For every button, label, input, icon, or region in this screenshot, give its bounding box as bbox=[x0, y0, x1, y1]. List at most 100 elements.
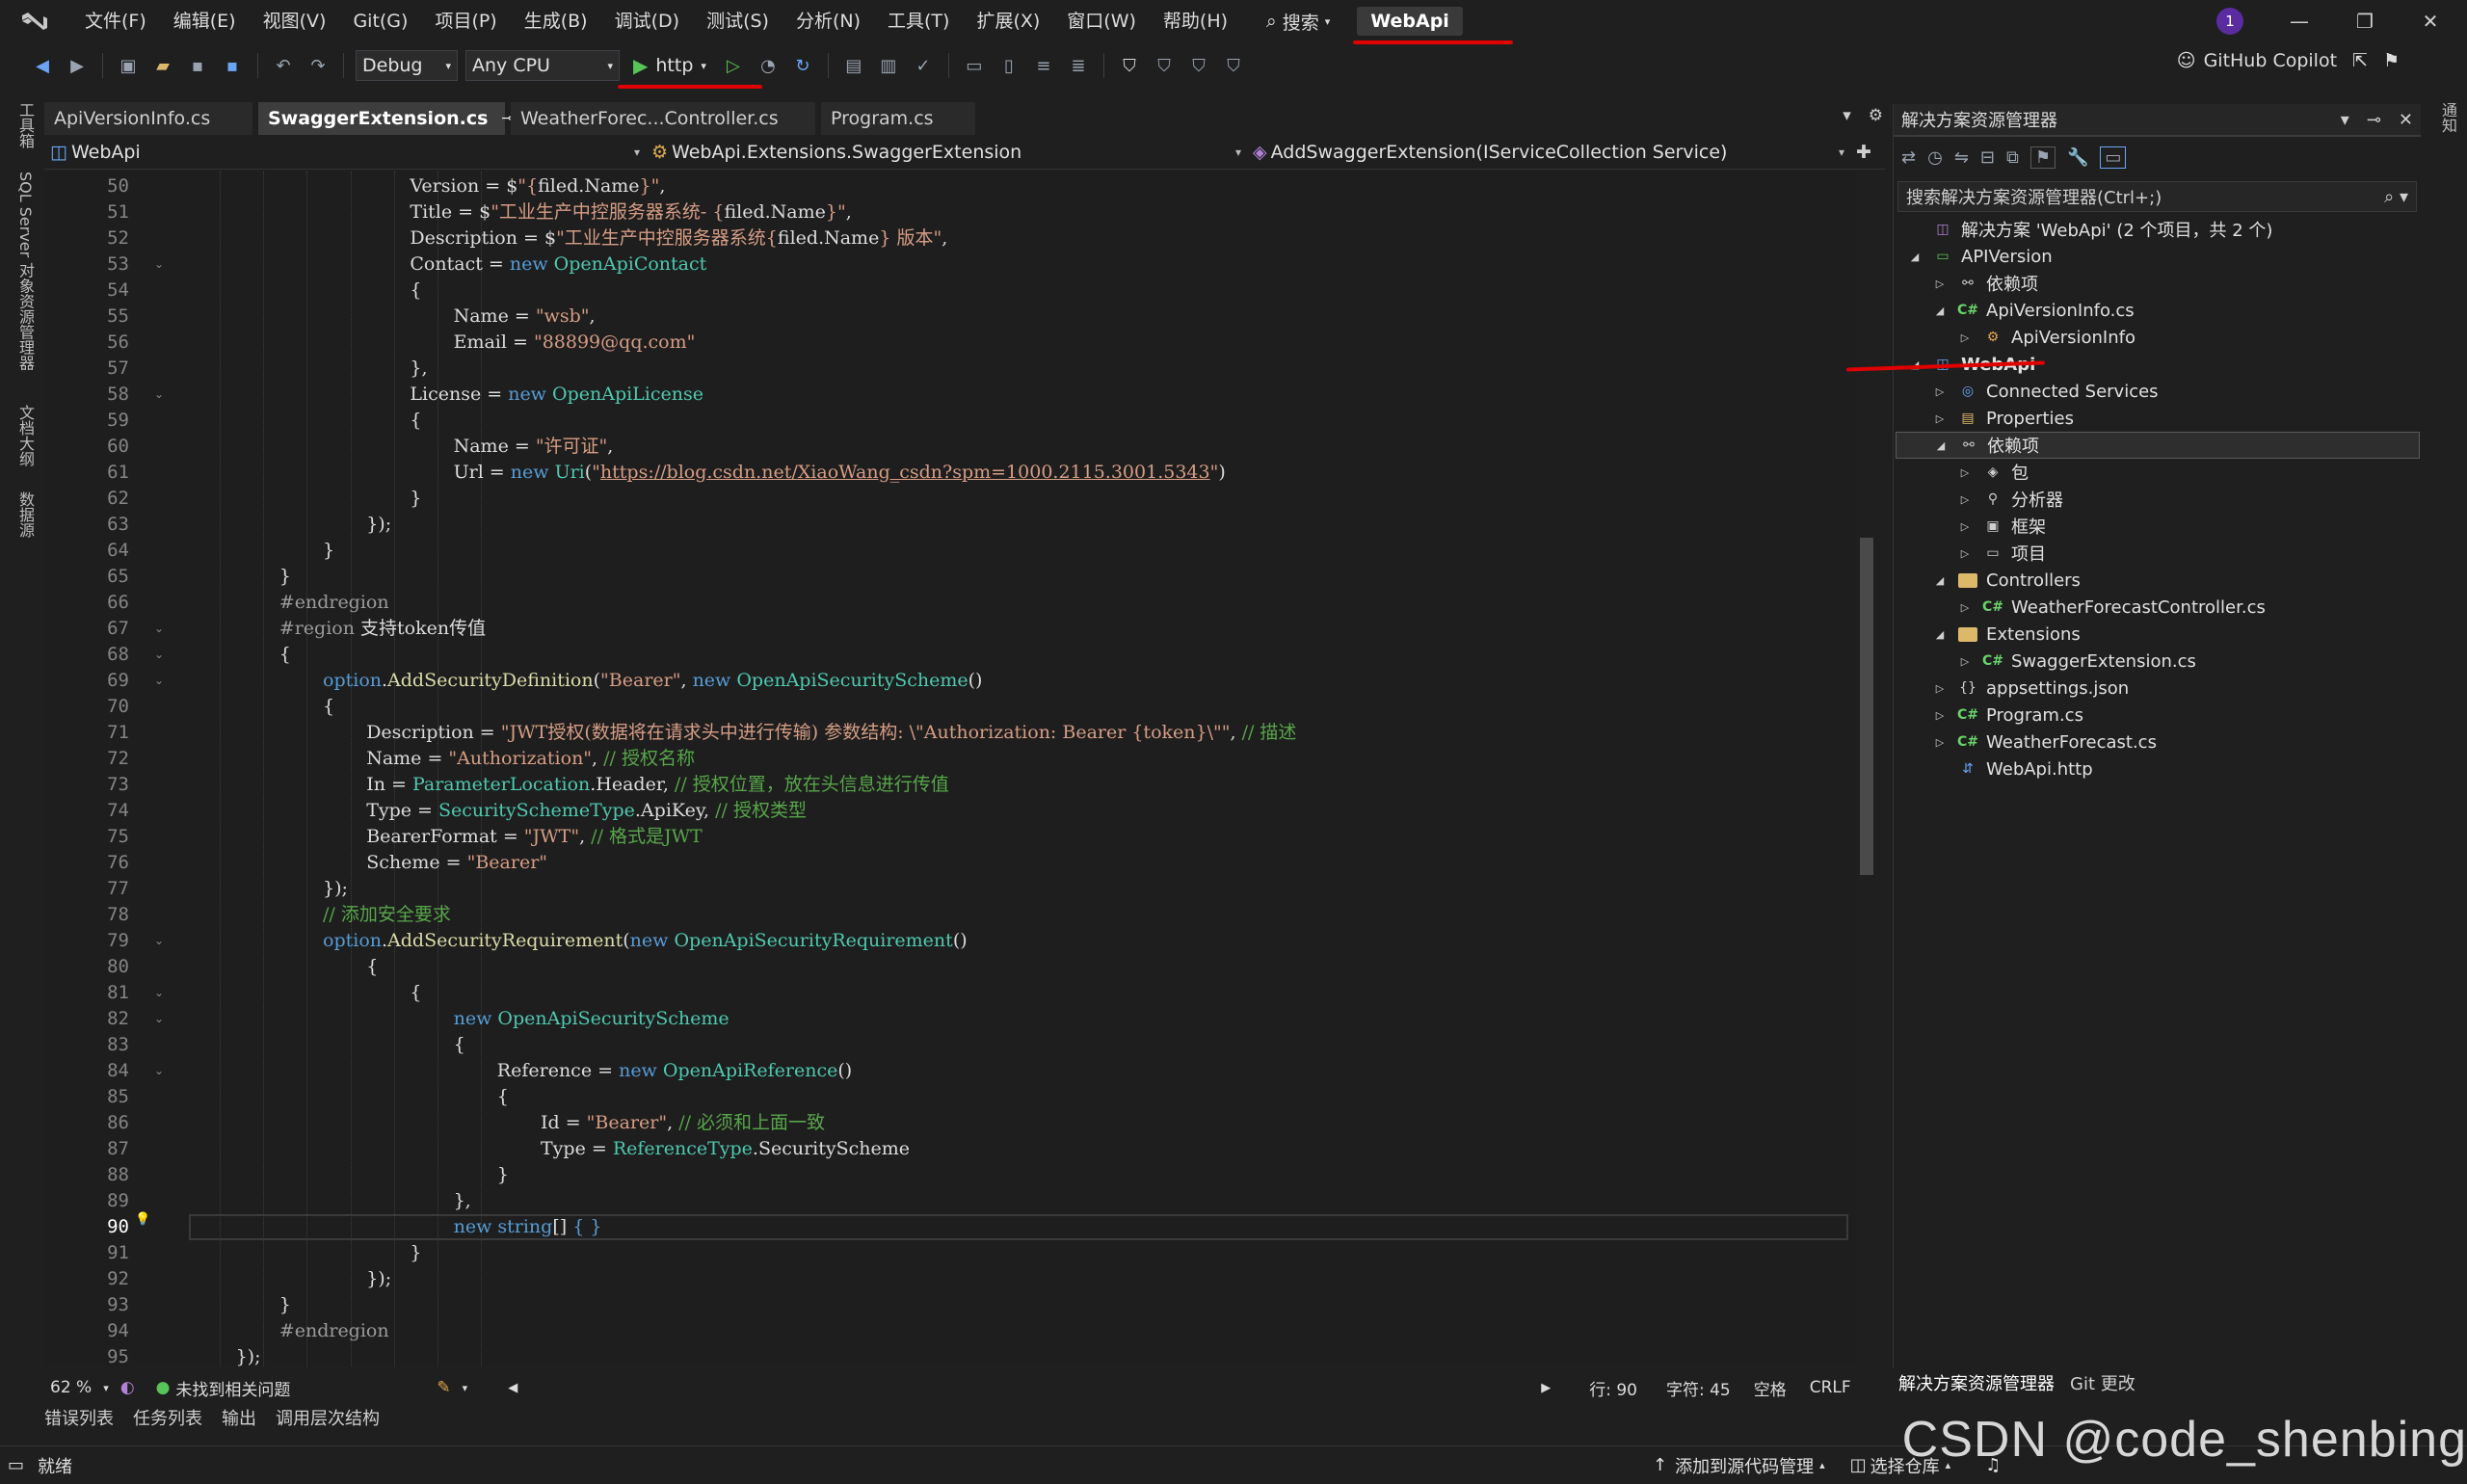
tree-item[interactable]: ▷ C# SwaggerExtension.cs bbox=[1957, 648, 2196, 675]
brush-icon[interactable]: ✎ bbox=[437, 1378, 450, 1397]
redo-icon[interactable]: ↷ bbox=[305, 52, 332, 79]
preview-icon[interactable]: ▭ bbox=[2100, 146, 2127, 169]
menu-item-8[interactable]: 分析(N) bbox=[783, 0, 874, 42]
close-icon[interactable]: ✕ bbox=[2399, 110, 2413, 130]
collapsed-arrow-icon[interactable]: ▷ bbox=[1957, 520, 1973, 533]
menu-item-3[interactable]: Git(G) bbox=[339, 0, 421, 42]
tree-item[interactable]: ◢ Controllers bbox=[1932, 567, 2081, 594]
tree-item[interactable]: ▷ {} appsettings.json bbox=[1932, 675, 2129, 702]
collapsed-arrow-icon[interactable]: ▷ bbox=[1957, 331, 1973, 344]
github-copilot-button[interactable]: ☺ GitHub Copilot ⇱ ⚑ bbox=[2177, 50, 2400, 71]
tab-call-hierarchy[interactable]: 调用层次结构 bbox=[276, 1405, 380, 1434]
next-bookmark-icon[interactable]: ⛉ bbox=[1185, 52, 1212, 79]
code-editor[interactable]: 50 51 52 53 54 55 56 57 58 59 60 61 62 63 64 65 66 67 68 69… bbox=[44, 172, 1856, 1366]
share-icon[interactable]: ⇱ bbox=[2352, 50, 2368, 71]
search-button[interactable]: ⌕ 搜索 ▾ bbox=[1266, 9, 1330, 35]
project-dropdown[interactable]: ◫ WebApi ▾ bbox=[44, 137, 646, 168]
back-icon[interactable]: ◀ bbox=[29, 52, 56, 79]
tree-item[interactable]: ▷ C# WeatherForecastController.cs bbox=[1957, 594, 2266, 621]
fold-toggle-icon[interactable]: ⌄ bbox=[154, 622, 164, 635]
tab-solution-explorer[interactable]: 解决方案资源管理器 bbox=[1898, 1370, 2055, 1395]
tree-item[interactable]: ▷ ◎ Connected Services bbox=[1932, 378, 2159, 405]
collapsed-arrow-icon[interactable]: ▷ bbox=[1932, 412, 1948, 425]
tab-error-list[interactable]: 错误列表 bbox=[44, 1405, 114, 1434]
type-dropdown[interactable]: ⚙ WebApi.Extensions.SwaggerExtension ▾ bbox=[646, 137, 1247, 168]
start-without-debugging-icon[interactable]: ▷ bbox=[720, 52, 747, 79]
platform-select[interactable]: Any CPU ▾ bbox=[465, 50, 620, 81]
tree-item[interactable]: ◢ Extensions bbox=[1932, 621, 2081, 648]
pin-icon[interactable]: ⊸ bbox=[2367, 110, 2381, 130]
scroll-left-icon[interactable]: ◀ bbox=[508, 1381, 517, 1395]
fold-toggle-icon[interactable]: ⌄ bbox=[154, 674, 164, 687]
clipboard-icon[interactable]: ▯ bbox=[995, 52, 1022, 79]
switch-views-icon[interactable]: ⇄ bbox=[1901, 147, 1916, 168]
show-all-files-icon[interactable]: ⧉ bbox=[2006, 147, 2019, 168]
scrollbar-thumb[interactable] bbox=[1860, 538, 1873, 875]
fold-toggle-icon[interactable]: ⌄ bbox=[154, 934, 164, 947]
tree-item[interactable]: ▷ ⚙ ApiVersionInfo bbox=[1957, 324, 2135, 351]
chevron-down-icon[interactable]: ▾ bbox=[103, 1382, 109, 1394]
document-outline-tab[interactable]: 文档大纲 bbox=[13, 405, 37, 466]
history-icon[interactable]: ◷ bbox=[1927, 147, 1943, 168]
menu-item-12[interactable]: 帮助(H) bbox=[1150, 0, 1241, 42]
configuration-select[interactable]: Debug ▾ bbox=[356, 50, 458, 81]
browse-icon[interactable]: ▤ bbox=[840, 52, 867, 79]
sql-server-explorer-tab[interactable]: SQL Server 对象资源管理器 bbox=[13, 172, 37, 370]
menu-item-7[interactable]: 测试(S) bbox=[693, 0, 783, 42]
zoom-level[interactable]: 62 % bbox=[50, 1378, 92, 1397]
prev-bookmark-icon[interactable]: ⛉ bbox=[1151, 52, 1178, 79]
tab-weatherforecastcontroller[interactable]: WeatherForec...Controller.cs bbox=[511, 102, 815, 135]
expanded-arrow-icon[interactable]: ◢ bbox=[1932, 574, 1948, 587]
step-icon[interactable]: ▭ bbox=[961, 52, 988, 79]
tree-item[interactable]: ◢ ⚯ 依赖项 bbox=[1896, 432, 2420, 459]
output-icon[interactable]: ▭ bbox=[8, 1455, 24, 1475]
collapsed-arrow-icon[interactable]: ▷ bbox=[1932, 385, 1948, 398]
menu-item-6[interactable]: 调试(D) bbox=[601, 0, 693, 42]
member-dropdown[interactable]: ◈ AddSwaggerExtension(IServiceCollection… bbox=[1247, 137, 1850, 168]
expanded-arrow-icon[interactable]: ◢ bbox=[1932, 305, 1948, 317]
tree-item[interactable]: ▷ ⚲ 分析器 bbox=[1957, 486, 2063, 513]
sync-icon[interactable]: ⇋ bbox=[1954, 147, 1969, 168]
menu-item-10[interactable]: 扩展(X) bbox=[963, 0, 1053, 42]
fold-toggle-icon[interactable]: ⌄ bbox=[154, 648, 164, 661]
chevron-down-icon[interactable]: ▾ bbox=[463, 1382, 468, 1394]
layout-icon[interactable]: ▥ bbox=[875, 52, 902, 79]
menu-item-2[interactable]: 视图(V) bbox=[250, 0, 340, 42]
split-icon[interactable]: ✚ bbox=[1856, 142, 1871, 163]
hot-reload-icon[interactable]: ◔ bbox=[755, 52, 782, 79]
properties-icon[interactable]: 🔧 bbox=[2067, 147, 2088, 168]
clear-bookmark-icon[interactable]: ⛉ bbox=[1220, 52, 1247, 79]
code-token[interactable]: https://blog.csdn.net/XiaoWang_csdn?spm=… bbox=[600, 462, 1210, 483]
settings-icon[interactable]: ⚙ bbox=[1869, 106, 1883, 125]
copilot-status-icon[interactable]: ◐ bbox=[120, 1378, 135, 1397]
collapsed-arrow-icon[interactable]: ▷ bbox=[1957, 601, 1973, 614]
collapsed-arrow-icon[interactable]: ▷ bbox=[1957, 655, 1973, 668]
expanded-arrow-icon[interactable]: ◢ bbox=[1932, 628, 1948, 641]
fold-toggle-icon[interactable]: ⌄ bbox=[154, 1012, 164, 1025]
collapsed-arrow-icon[interactable]: ▷ bbox=[1932, 682, 1948, 695]
filter-icon[interactable]: ⚑ bbox=[2029, 146, 2056, 169]
close-window-button[interactable]: ✕ bbox=[2398, 0, 2463, 42]
chevron-down-icon[interactable]: ▾ bbox=[2341, 110, 2349, 130]
account-badge[interactable]: 1 bbox=[2216, 8, 2243, 35]
add-to-source-control-button[interactable]: 添加到源代码管理 bbox=[1675, 1453, 1814, 1478]
collapsed-arrow-icon[interactable]: ▷ bbox=[1957, 466, 1973, 479]
solution-search-input[interactable]: 搜索解决方案资源管理器(Ctrl+;) ⌕ ▾ bbox=[1897, 181, 2417, 212]
tab-task-list[interactable]: 任务列表 bbox=[133, 1405, 202, 1434]
collapse-all-icon[interactable]: ⊟ bbox=[1980, 147, 1995, 168]
tab-output[interactable]: 输出 bbox=[222, 1405, 256, 1434]
data-sources-tab[interactable]: 数据源 bbox=[13, 491, 37, 538]
tab-swaggerextension[interactable]: SwaggerExtension.cs ⊸ ✕ bbox=[258, 102, 540, 135]
spell-check-icon[interactable]: ✓ bbox=[910, 52, 937, 79]
line-indicator[interactable]: 行: 90 bbox=[1589, 1376, 1637, 1400]
menu-item-9[interactable]: 工具(T) bbox=[874, 0, 963, 42]
tree-item[interactable]: ▷ ▣ 框架 bbox=[1957, 513, 2046, 540]
tree-item[interactable]: ⇵ WebApi.http bbox=[1932, 755, 2093, 782]
start-debugging-button[interactable]: ▶ http ▾ bbox=[618, 54, 762, 89]
new-item-icon[interactable]: ▣ bbox=[115, 52, 142, 79]
tab-apiversioninfo[interactable]: ApiVersionInfo.cs bbox=[44, 102, 252, 135]
tab-list-icon[interactable]: ▾ bbox=[1843, 106, 1851, 125]
open-folder-icon[interactable]: ▰ bbox=[149, 52, 176, 79]
char-indicator[interactable]: 字符: 45 bbox=[1666, 1376, 1731, 1400]
visual-studio-logo-icon[interactable] bbox=[15, 7, 54, 36]
